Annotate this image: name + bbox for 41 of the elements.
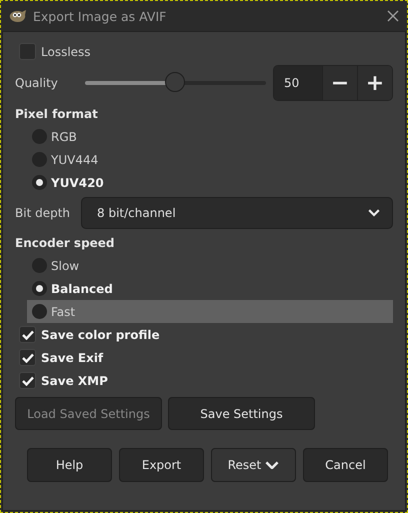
section-heading: Pixel format — [15, 106, 99, 123]
dialog-button[interactable]: Help — [27, 448, 112, 482]
radio-label: YUV444 — [51, 152, 98, 166]
radio-button[interactable] — [32, 258, 47, 273]
caret-icon — [265, 460, 280, 470]
radio-label: YUV420 — [51, 176, 104, 190]
radio-label: Slow — [51, 258, 80, 272]
checkmark-icon — [22, 376, 34, 386]
radio-button[interactable] — [32, 129, 47, 144]
highlighted-option-row[interactable]: Fast — [27, 300, 393, 323]
app-logo-icon — [9, 9, 27, 23]
bit-depth-label: Bit depth — [15, 206, 70, 220]
checkbox-label: Save XMP — [41, 374, 108, 388]
checkmark-icon — [22, 352, 34, 362]
quality-slider[interactable] — [84, 73, 266, 93]
quality-label: Quality — [15, 76, 58, 90]
checkbox-label: Lossless — [41, 44, 91, 58]
radio-button[interactable] — [32, 152, 47, 167]
caret-icon — [368, 209, 380, 217]
dialog-button[interactable]: Cancel — [303, 448, 388, 482]
checkbox[interactable] — [19, 43, 36, 60]
checkbox[interactable] — [19, 326, 36, 343]
menu-button[interactable]: Reset — [211, 448, 296, 482]
radio-label: RGB — [51, 130, 77, 144]
radio-button[interactable] — [32, 304, 47, 319]
window-title: Export Image as AVIF — [33, 8, 168, 24]
bit-depth-dropdown[interactable]: 8 bit/channel — [81, 197, 393, 229]
checkbox-label: Save Exif — [41, 350, 104, 364]
close-icon[interactable] — [387, 10, 399, 22]
section-heading: Encoder speed — [15, 235, 116, 252]
checkbox-label: Save color profile — [41, 328, 160, 342]
radio-label: Balanced — [51, 282, 113, 296]
radio-button[interactable] — [32, 175, 47, 190]
slider-thumb[interactable] — [165, 72, 186, 92]
radio-label: Fast — [51, 304, 76, 318]
radio-button[interactable] — [32, 281, 47, 296]
checkbox[interactable] — [19, 349, 36, 366]
dialog-button[interactable]: Export — [119, 448, 204, 482]
checkbox[interactable] — [19, 372, 36, 389]
settings-button[interactable]: Save Settings — [168, 397, 315, 430]
checkmark-icon — [22, 330, 34, 340]
